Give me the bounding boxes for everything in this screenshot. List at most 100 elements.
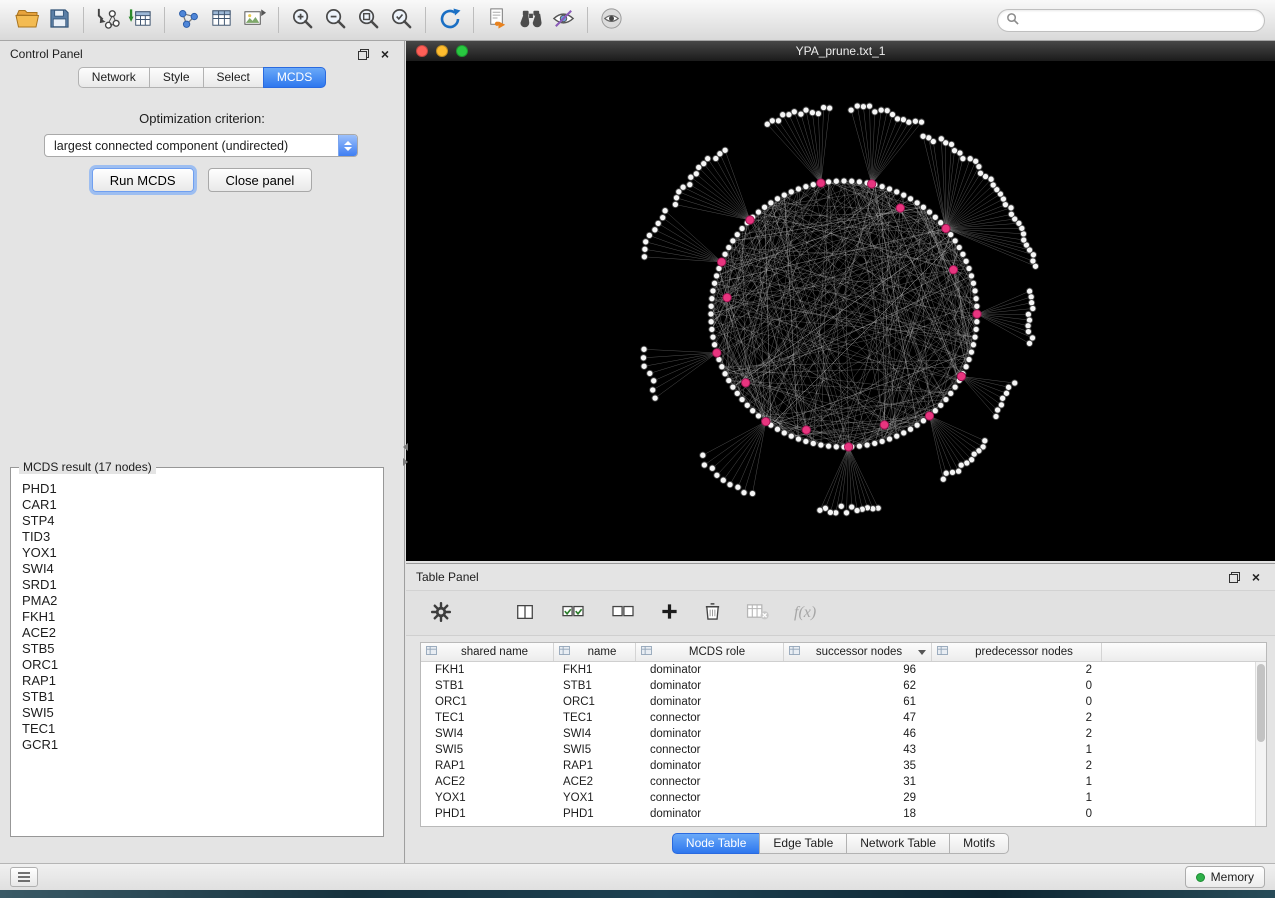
toggle-graphics-details-button[interactable] <box>547 4 580 36</box>
sort-chevron-icon[interactable] <box>918 650 926 655</box>
zoom-out-button[interactable] <box>319 4 352 36</box>
table-row[interactable]: TEC1TEC1connector472 <box>421 710 1255 726</box>
table-settings-button[interactable] <box>430 601 452 626</box>
window-zoom-button[interactable] <box>456 45 468 57</box>
window-minimize-button[interactable] <box>436 45 448 57</box>
find-button[interactable] <box>514 4 547 36</box>
table-scrollbar[interactable] <box>1255 662 1266 826</box>
table-scrollbar-thumb[interactable] <box>1257 664 1265 742</box>
table-row[interactable]: RAP1RAP1dominator352 <box>421 758 1255 774</box>
mcds-result-item[interactable]: ORC1 <box>22 657 382 673</box>
table-row[interactable]: FKH1FKH1dominator962 <box>421 662 1255 678</box>
mcds-result-item[interactable]: TEC1 <box>22 721 382 737</box>
network-canvas[interactable] <box>406 62 1275 561</box>
collapse-left-icon[interactable] <box>403 443 408 451</box>
tab-network[interactable]: Network <box>78 67 150 88</box>
deselect-all-button[interactable] <box>610 602 636 625</box>
table-row[interactable]: PHD1PHD1dominator180 <box>421 806 1255 822</box>
function-builder-button[interactable]: f(x) <box>794 604 816 622</box>
control-panel-header: Control Panel × <box>0 41 404 67</box>
tab-mcds[interactable]: MCDS <box>263 67 326 88</box>
column-header-name[interactable]: name <box>554 643 636 661</box>
mcds-result-item[interactable]: SWI5 <box>22 705 382 721</box>
mcds-result-item[interactable]: PMA2 <box>22 593 382 609</box>
memory-button[interactable]: Memory <box>1185 866 1265 888</box>
criterion-select[interactable]: largest connected component (undirected) <box>44 134 358 157</box>
control-panel-tabs: Network Style Select MCDS <box>0 67 404 88</box>
float-table-panel-button[interactable] <box>1225 569 1243 585</box>
add-column-button[interactable] <box>660 602 679 624</box>
zoom-in-button[interactable] <box>286 4 319 36</box>
hide-panel-button[interactable] <box>595 4 628 36</box>
close-table-panel-button[interactable]: × <box>1247 569 1265 585</box>
panel-splitter-handle[interactable] <box>400 443 411 466</box>
tab-edge-table[interactable]: Edge Table <box>759 833 847 854</box>
tab-select[interactable]: Select <box>203 67 264 88</box>
column-header-predecessor-nodes[interactable]: predecessor nodes <box>932 643 1102 661</box>
select-all-button[interactable] <box>560 602 586 625</box>
toolbar-divider <box>587 7 588 33</box>
table-cell: dominator <box>636 664 784 676</box>
zoom-out-icon <box>323 6 348 34</box>
mcds-result-item[interactable]: CAR1 <box>22 497 382 513</box>
mcds-result-item[interactable]: PHD1 <box>22 481 382 497</box>
delete-column-button[interactable] <box>703 601 722 625</box>
toolbar-divider <box>473 7 474 33</box>
zoom-fit-button[interactable] <box>352 4 385 36</box>
share-document-button[interactable] <box>481 4 514 36</box>
save-icon <box>48 7 71 33</box>
close-panel-button[interactable]: Close panel <box>208 168 313 192</box>
network-window-titlebar[interactable]: YPA_prune.txt_1 <box>406 41 1275 62</box>
table-cell: 1 <box>932 744 1102 756</box>
tab-style[interactable]: Style <box>149 67 204 88</box>
mcds-result-item[interactable]: ACE2 <box>22 625 382 641</box>
search-box[interactable] <box>997 9 1265 32</box>
collapse-right-icon[interactable] <box>403 458 408 466</box>
zoom-selected-button[interactable] <box>385 4 418 36</box>
column-header-successor-nodes[interactable]: successor nodes <box>784 643 932 661</box>
tab-motifs[interactable]: Motifs <box>949 833 1009 854</box>
task-history-button[interactable] <box>10 867 38 887</box>
clear-table-button[interactable] <box>746 602 770 624</box>
export-image-button[interactable] <box>238 4 271 36</box>
new-table-button[interactable] <box>205 4 238 36</box>
run-mcds-button[interactable]: Run MCDS <box>92 168 194 192</box>
table-cell: 62 <box>784 680 932 692</box>
table-row[interactable]: ORC1ORC1dominator610 <box>421 694 1255 710</box>
import-table-button[interactable] <box>124 4 157 36</box>
table-row[interactable]: SWI4SWI4dominator462 <box>421 726 1255 742</box>
network-graph[interactable] <box>406 62 1275 561</box>
import-network-button[interactable] <box>91 4 124 36</box>
column-header-mcds-role[interactable]: MCDS role <box>636 643 784 661</box>
mcds-result-item[interactable]: TID3 <box>22 529 382 545</box>
mcds-result-item[interactable]: YOX1 <box>22 545 382 561</box>
show-columns-button[interactable] <box>514 602 536 625</box>
search-input[interactable] <box>1025 13 1256 27</box>
column-header-shared-name[interactable]: shared name <box>421 643 554 661</box>
mcds-result-item[interactable]: RAP1 <box>22 673 382 689</box>
float-panel-button[interactable] <box>354 46 372 62</box>
table-row[interactable]: ACE2ACE2connector311 <box>421 774 1255 790</box>
mcds-result-item[interactable]: SWI4 <box>22 561 382 577</box>
tab-node-table[interactable]: Node Table <box>672 833 761 854</box>
mcds-result-item[interactable]: STB1 <box>22 689 382 705</box>
window-close-button[interactable] <box>416 45 428 57</box>
mcds-result-item[interactable]: STP4 <box>22 513 382 529</box>
close-panel-icon-button[interactable]: × <box>376 46 394 62</box>
apply-layout-button[interactable] <box>433 4 466 36</box>
mcds-result-item[interactable]: SRD1 <box>22 577 382 593</box>
table-cell: FKH1 <box>421 664 554 676</box>
mcds-result-item[interactable]: GCR1 <box>22 737 382 753</box>
open-file-button[interactable] <box>10 4 43 36</box>
table-row[interactable]: STB1STB1dominator620 <box>421 678 1255 694</box>
tab-network-table[interactable]: Network Table <box>846 833 950 854</box>
table-cell: connector <box>636 712 784 724</box>
save-button[interactable] <box>43 4 76 36</box>
table-cell: 2 <box>932 760 1102 772</box>
mcds-result-item[interactable]: STB5 <box>22 641 382 657</box>
table-row[interactable]: SWI5SWI5connector431 <box>421 742 1255 758</box>
new-network-button[interactable] <box>172 4 205 36</box>
table-row[interactable]: YOX1YOX1connector291 <box>421 790 1255 806</box>
column-type-icon <box>559 646 570 658</box>
mcds-result-item[interactable]: FKH1 <box>22 609 382 625</box>
